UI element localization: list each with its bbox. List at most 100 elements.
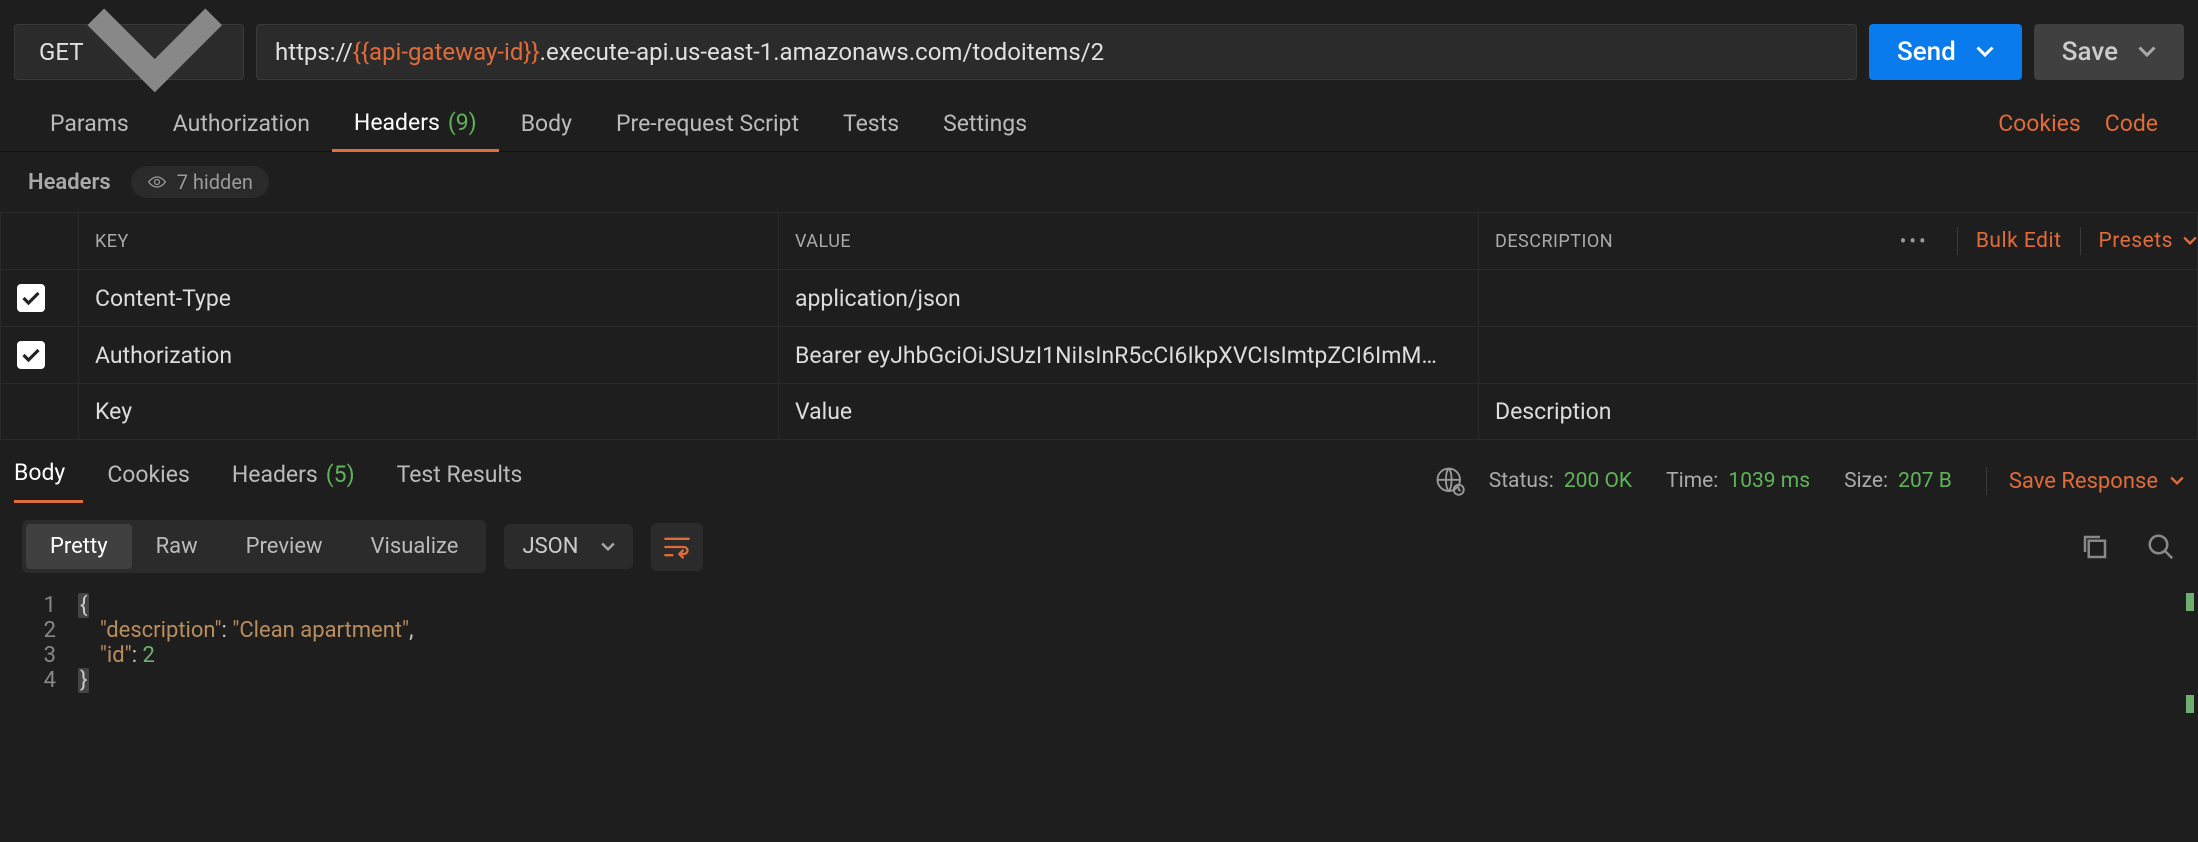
save-button[interactable]: Save [2034,24,2184,80]
view-raw[interactable]: Raw [132,524,222,569]
tab-headers[interactable]: Headers (9) [332,96,499,152]
send-button[interactable]: Send [1869,24,2022,80]
status-label: Status: [1489,469,1554,493]
headers-title: Headers [28,170,111,195]
size-value: 207 B [1898,469,1952,493]
comma: , [409,618,413,643]
check-icon [21,347,41,363]
line-number: 4 [0,668,78,693]
divider [2080,227,2081,255]
request-bar: GET https://{{api-gateway-id}}.execute-a… [0,0,2198,96]
chevron-down-icon [2138,46,2156,58]
json-string: "Clean apartment" [232,618,409,643]
wrap-lines-button[interactable] [651,523,703,571]
header-key-cell[interactable]: Content-Type [79,270,779,327]
network-icon[interactable] [1435,466,1465,496]
size-meta: Size: 207 B [1844,469,1952,493]
tab-label: Body [521,110,572,137]
chevron-down-icon [2183,236,2197,246]
tab-settings[interactable]: Settings [921,96,1049,152]
view-pretty[interactable]: Pretty [26,524,132,569]
tab-tests[interactable]: Tests [821,96,921,152]
view-visualize[interactable]: Visualize [347,524,483,569]
line-number: 2 [0,618,78,643]
cookies-link[interactable]: Cookies [1986,110,2093,137]
tab-authorization[interactable]: Authorization [151,96,332,152]
tab-label: Params [50,110,129,137]
tab-count: (9) [448,109,477,136]
code-line: 4 } [0,668,2198,693]
url-suffix: .execute-api.us-east-1.amazonaws.com/tod… [540,38,1104,66]
col-checkbox [1,213,79,270]
save-response-label: Save Response [2009,469,2158,494]
tab-label: Tests [843,110,899,137]
save-label: Save [2062,37,2118,67]
view-preview[interactable]: Preview [222,524,347,569]
hidden-headers-toggle[interactable]: 7 hidden [131,166,269,198]
tab-body[interactable]: Body [499,96,594,152]
presets-label: Presets [2099,229,2174,253]
header-desc-cell[interactable] [1479,327,2198,384]
url-prefix: https:// [275,38,353,66]
more-options-icon[interactable]: ••• [1890,229,1939,253]
send-label: Send [1897,37,1956,67]
row-checkbox-empty [1,384,79,440]
bulk-edit-link[interactable]: Bulk Edit [1976,229,2062,253]
code-line: 2 "description": "Clean apartment", [0,618,2198,643]
json-key: "description" [100,618,222,643]
table-row: Content-Type application/json [1,270,2198,327]
headers-table: KEY VALUE DESCRIPTION ••• Bulk Edit Pres… [0,212,2198,440]
status-value: 200 OK [1564,469,1632,493]
copy-icon[interactable] [2080,532,2110,562]
header-key-input[interactable]: Key [79,384,779,440]
request-tabs: Params Authorization Headers (9) Body Pr… [0,96,2198,152]
col-value: VALUE [779,213,1479,270]
view-mode-group: Pretty Raw Preview Visualize [22,520,486,573]
rtab-label: Headers [232,461,318,488]
tab-label: Pre-request Script [616,110,799,137]
tab-label: Headers [354,109,440,136]
line-number: 3 [0,643,78,668]
header-value-cell[interactable]: Bearer eyJhbGciOiJSUzI1NiIsInR5cCI6IkpXV… [779,327,1479,384]
header-desc-cell[interactable] [1479,270,2198,327]
divider [1986,467,1987,495]
language-select[interactable]: JSON [504,524,632,569]
rtab-body[interactable]: Body [14,459,83,503]
search-icon[interactable] [2146,532,2176,562]
header-value-input[interactable]: Value [779,384,1479,440]
rtab-label: Cookies [107,461,190,488]
code-link[interactable]: Code [2093,110,2170,137]
code-line: 3 "id": 2 [0,643,2198,668]
json-key: "id" [100,643,132,668]
language-value: JSON [522,534,578,559]
tab-label: Settings [943,110,1027,137]
col-description: DESCRIPTION ••• Bulk Edit Presets [1479,213,2198,270]
chevron-down-icon [84,5,225,99]
row-checkbox[interactable] [17,284,45,312]
response-body-viewer[interactable]: 1 { 2 "description": "Clean apartment", … [0,589,2198,713]
rtab-label: Body [14,459,65,486]
presets-link[interactable]: Presets [2099,229,2198,253]
brace: } [78,668,89,693]
tab-label: Authorization [173,110,310,137]
colon: : [222,618,233,643]
eye-icon [147,175,167,189]
method-select[interactable]: GET [14,24,244,80]
rtab-headers[interactable]: Headers (5) [232,461,373,502]
tab-params[interactable]: Params [28,96,151,152]
header-key-cell[interactable]: Authorization [79,327,779,384]
hidden-label: 7 hidden [177,170,253,194]
url-input[interactable]: https://{{api-gateway-id}}.execute-api.u… [256,24,1857,80]
save-response-button[interactable]: Save Response [2009,469,2184,494]
row-checkbox[interactable] [17,341,45,369]
tab-prerequest[interactable]: Pre-request Script [594,96,821,152]
table-row: Authorization Bearer eyJhbGciOiJSUzI1NiI… [1,327,2198,384]
time-meta: Time: 1039 ms [1666,469,1810,493]
header-value-cell[interactable]: application/json [779,270,1479,327]
divider [1957,227,1958,255]
rtab-test-results[interactable]: Test Results [397,461,541,502]
header-desc-input[interactable]: Description [1479,384,2198,440]
desc-header-label: DESCRIPTION [1495,231,1613,252]
rtab-count: (5) [326,461,355,488]
rtab-cookies[interactable]: Cookies [107,461,208,502]
